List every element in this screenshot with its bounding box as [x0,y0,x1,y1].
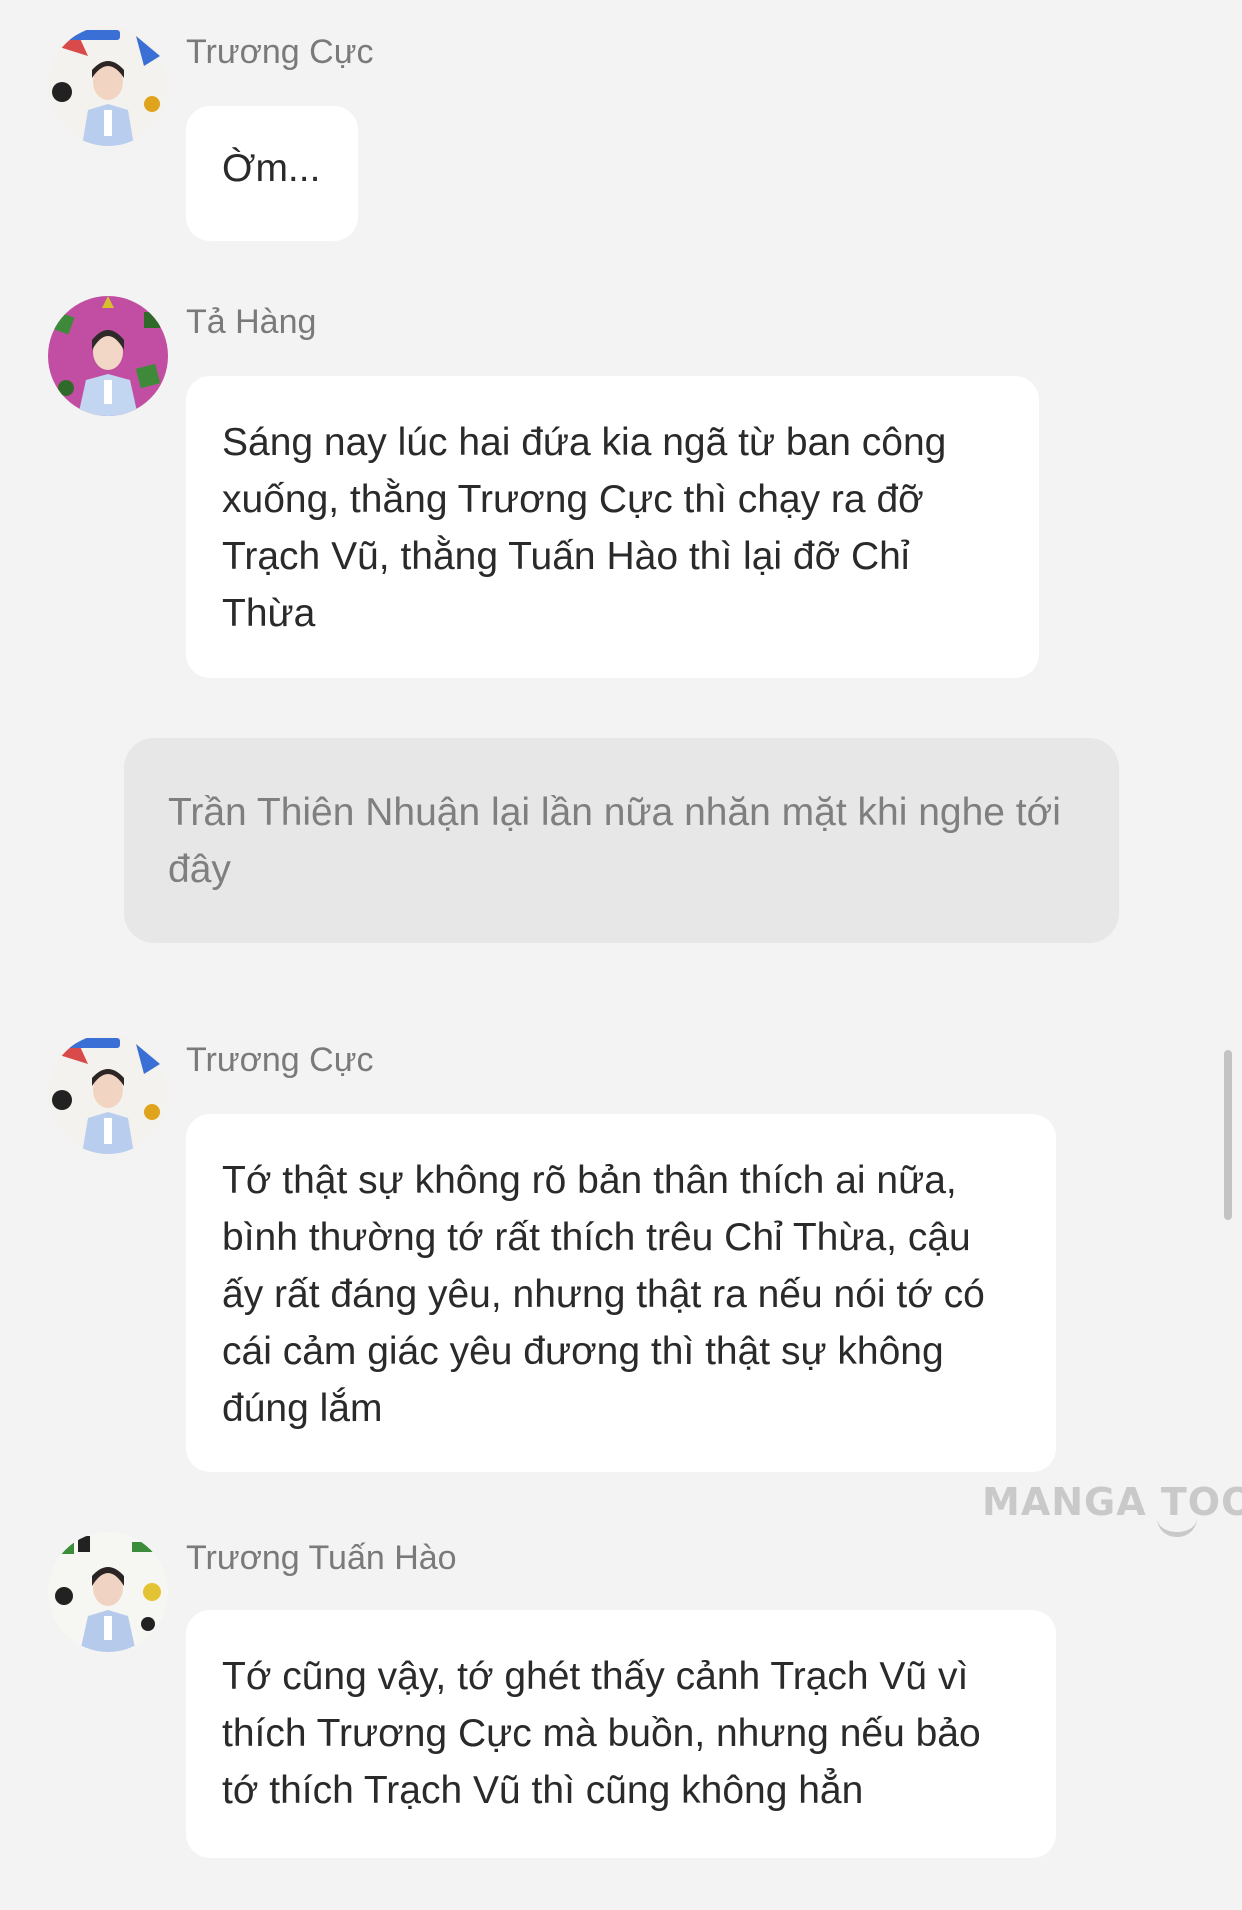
avatar-ta-hang[interactable] [48,296,168,416]
message-text: Sáng nay lúc hai đứa kia ngã từ ban công… [222,421,947,635]
message-text: Ờm... [222,147,321,190]
sender-name: Tả Hàng [186,303,317,341]
sender-name: Trương Tuấn Hào [186,1539,457,1577]
mangatoon-watermark: MANGA TOON [982,1480,1242,1537]
sender-name: Trương Cực [186,33,374,71]
message-text: Tớ thật sự không rõ bản thân thích ai nữ… [222,1159,985,1430]
message-bubble[interactable]: Sáng nay lúc hai đứa kia ngã từ ban công… [186,376,1039,678]
watermark-smile-icon [1157,1518,1197,1537]
message-text: Tớ cũng vậy, tớ ghét thấy cảnh Trạch Vũ … [222,1655,981,1812]
narration-box: Trần Thiên Nhuận lại lần nữa nhăn mặt kh… [124,738,1119,943]
message-bubble[interactable]: Ờm... [186,106,358,241]
message-bubble[interactable]: Tớ cũng vậy, tớ ghét thấy cảnh Trạch Vũ … [186,1610,1056,1858]
message-bubble[interactable]: Tớ thật sự không rõ bản thân thích ai nữ… [186,1114,1056,1472]
scrollbar-thumb[interactable] [1224,1050,1232,1220]
avatar-truong-tuan-hao[interactable] [48,1532,168,1652]
avatar-truong-cuc[interactable] [48,1034,168,1154]
narration-text: Trần Thiên Nhuận lại lần nữa nhăn mặt kh… [168,791,1061,891]
avatar-truong-cuc[interactable] [48,26,168,146]
watermark-text: MANGA TOON [982,1480,1242,1524]
sender-name: Trương Cực [186,1041,374,1079]
